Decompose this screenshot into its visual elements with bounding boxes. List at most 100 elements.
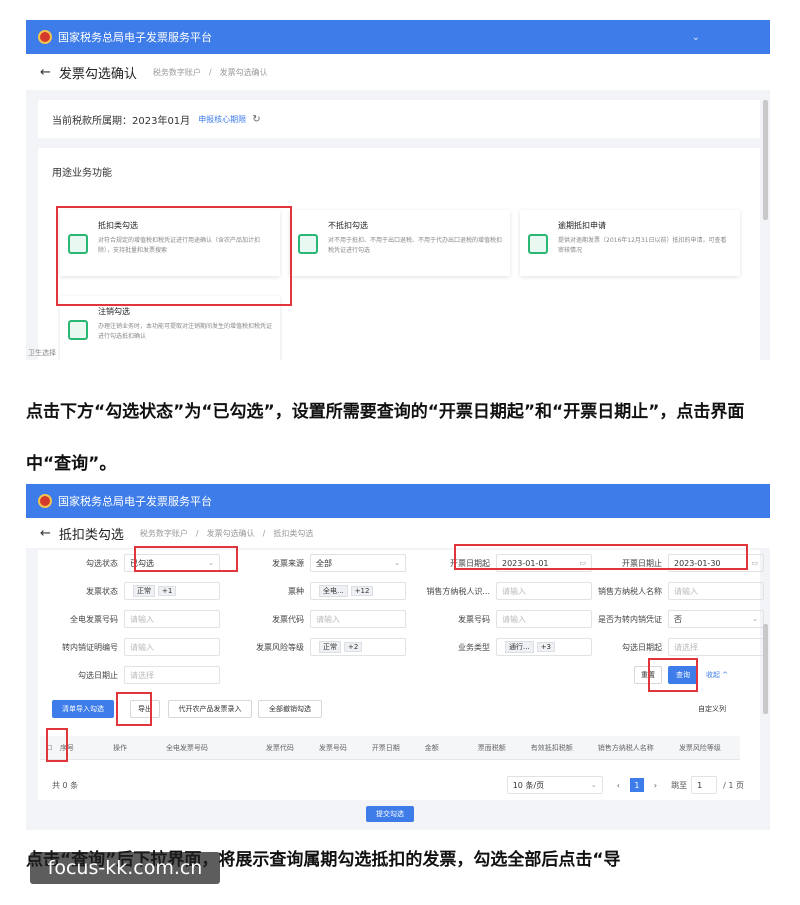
transfer-no-input[interactable]: 请输入: [124, 638, 220, 656]
column-header[interactable]: 票面税额: [472, 743, 525, 753]
check-date-end-picker[interactable]: 请选择: [124, 666, 220, 684]
filter-label: 勾选日期起: [622, 642, 662, 652]
more-tag: +12: [350, 586, 374, 596]
collapse-label: 收起: [706, 671, 720, 679]
card-title: 注销勾选: [98, 307, 130, 316]
placeholder: 请输入: [674, 586, 698, 596]
scrollbar[interactable]: [763, 624, 768, 714]
prev-page-icon[interactable]: ‹: [617, 781, 620, 790]
page-title: 抵扣类勾选: [58, 527, 124, 543]
breadcrumb-item[interactable]: 税务数字账户: [153, 67, 201, 78]
goto-value: 1: [697, 780, 703, 790]
column-header: 操作: [112, 743, 127, 752]
card-desc: 提供对逾期发票（2016年12月31日以前）抵扣的申请，可查看审核情况: [558, 237, 727, 254]
breadcrumb-item[interactable]: 税务数字账户: [140, 528, 188, 539]
page-total: / 1 页: [723, 780, 744, 790]
section-title: 用途业务功能: [52, 168, 112, 179]
custom-columns-link[interactable]: 自定义列: [698, 704, 726, 714]
invoice-no-input[interactable]: 请输入: [496, 610, 592, 628]
filter-label: 销售方纳税人识...: [426, 586, 490, 596]
breadcrumb: ← 发票勾选确认 税务数字账户 / 发票勾选确认: [26, 54, 770, 90]
biz-type-select[interactable]: 通行... +3: [496, 638, 592, 656]
collapse-link[interactable]: 收起 ^: [706, 670, 728, 680]
goto-label: 跳至: [671, 780, 688, 790]
filter-label: 票种: [288, 586, 304, 596]
card-desc: 办理注销业务时，本功能可提取对注销期间发生的增值税扣税凭证进行勾选抵扣确认: [98, 323, 273, 340]
filter-row: 勾选日期止 请选择: [38, 664, 220, 686]
status-tag: 正常: [133, 585, 155, 597]
filter-label: 业务类型: [458, 642, 490, 652]
risk-level-select[interactable]: 正常 +2: [310, 638, 406, 656]
digital-invoice-no-input[interactable]: 请输入: [124, 610, 220, 628]
screenshot-deduct-select: 国家税务总局电子发票服务平台 ← 抵扣类勾选 税务数字账户 / 发票勾选确认 /…: [26, 484, 770, 830]
invoice-type-select[interactable]: 全电... +12: [310, 582, 406, 600]
chevron-down-icon: ⌄: [590, 781, 597, 789]
column-header[interactable]: 金额: [419, 743, 472, 753]
refresh-icon[interactable]: ↻: [252, 114, 260, 125]
column-header[interactable]: 销售方纳税人名称: [592, 743, 673, 753]
page-title: 发票勾选确认: [58, 66, 137, 82]
calendar-icon: ▭: [751, 559, 758, 567]
chevron-down-icon: ⌄: [752, 615, 758, 623]
source-select[interactable]: 全部 ⌄: [310, 554, 406, 572]
highlight-box: [56, 206, 292, 306]
footnote: 卫生选择: [28, 349, 56, 357]
breadcrumb-separator: /: [208, 67, 212, 77]
filter-label: 全电发票号码: [70, 614, 118, 624]
placeholder: 请选择: [130, 670, 154, 680]
filter-row: 转内销证明编号 请输入 发票风险等级 正常 +2 业务类型 通行... +3 勾选日…: [38, 636, 764, 658]
card-overdue-apply[interactable]: 逾期抵扣申请 提供对逾期发票（2016年12月31日以前）抵扣的申请，可查看审核…: [520, 210, 740, 276]
highlight-box: [116, 692, 152, 726]
next-page-icon[interactable]: ›: [654, 781, 657, 790]
highlight-box: [648, 658, 698, 692]
chevron-down-icon: ⌄: [394, 559, 400, 567]
column-header[interactable]: 发票号码: [313, 743, 366, 753]
back-arrow-icon[interactable]: ←: [40, 65, 51, 80]
filter-row: 全电发票号码 请输入 发票代码 请输入 发票号码 请输入 是否为转内销凭证 否 ⌄: [38, 608, 764, 630]
column-header[interactable]: 有效抵扣税额: [525, 743, 592, 753]
cancel-all-button[interactable]: 全部撤销勾选: [258, 700, 322, 718]
column-header[interactable]: 开票日期: [366, 743, 419, 753]
page-size-select[interactable]: 10 条/页 ⌄: [506, 776, 603, 794]
card-non-deduct-select[interactable]: 不抵扣勾选 对不用于抵扣、不用于出口退税、不用于代办出口退税的增值税扣税凭证进行…: [290, 210, 510, 276]
tax-emblem-icon: [38, 494, 52, 508]
card-title: 不抵扣勾选: [328, 221, 368, 230]
breadcrumb-item: 抵扣类勾选: [273, 528, 314, 538]
more-tag: +3: [536, 642, 556, 652]
biz-tag: 通行...: [505, 641, 534, 653]
chevron-down-icon[interactable]: ⌄: [692, 32, 700, 43]
function-panel: 用途业务功能 抵扣类勾选 对符合规定的增值税扣税凭证进行用途确认（含农产品加计扣…: [38, 148, 760, 360]
placeholder: 请输入: [502, 614, 526, 624]
agri-invoice-entry-button[interactable]: 代开农产品发票录入: [168, 700, 252, 718]
scrollbar[interactable]: [763, 100, 768, 220]
transfer-select[interactable]: 否 ⌄: [668, 610, 764, 628]
check-date-start-picker[interactable]: 请选择: [668, 638, 764, 656]
column-header[interactable]: 发票代码: [260, 743, 313, 753]
goto-input[interactable]: 1: [691, 776, 718, 794]
placeholder: 请输入: [130, 642, 154, 652]
invoice-status-select[interactable]: 正常 +1: [124, 582, 220, 600]
tax-emblem-icon: [38, 30, 52, 44]
breadcrumb-item: 发票勾选确认: [219, 67, 268, 77]
list-import-button[interactable]: 清单导入勾选: [52, 700, 114, 718]
period-link[interactable]: 申报核心期限: [198, 114, 246, 125]
pagination: 共 0 条 10 条/页 ⌄ ‹ 1 › 跳至 1 / 1 页: [38, 770, 760, 800]
column-header[interactable]: 全电发票号码: [160, 743, 260, 753]
table-header: ☐ 序号 操作 全电发票号码 发票代码 发票号码 开票日期 金额 票面税额 有效…: [40, 736, 740, 760]
back-arrow-icon[interactable]: ←: [40, 526, 51, 541]
page-number[interactable]: 1: [629, 778, 644, 792]
page-size-value: 10 条/页: [512, 780, 545, 790]
submit-select-button[interactable]: 提交勾选: [366, 806, 414, 822]
filter-label: 发票代码: [272, 614, 304, 624]
risk-tag: 正常: [319, 641, 341, 653]
breadcrumb-item[interactable]: 发票勾选确认: [207, 528, 255, 539]
total-count: 共 0 条: [52, 780, 79, 790]
instruction-text: 点击下方“勾选状态”为“已勾选”，设置所需要查询的“开票日期起”和“开票日期止”…: [26, 402, 745, 474]
column-header[interactable]: 发票风险等级: [673, 743, 740, 753]
breadcrumb-separator: /: [195, 528, 199, 538]
invoice-code-input[interactable]: 请输入: [310, 610, 406, 628]
site-watermark: focus-kk.com.cn: [30, 852, 220, 884]
seller-name-input[interactable]: 请输入: [668, 582, 764, 600]
highlight-box: [134, 546, 238, 572]
seller-tax-id-input[interactable]: 请输入: [496, 582, 592, 600]
